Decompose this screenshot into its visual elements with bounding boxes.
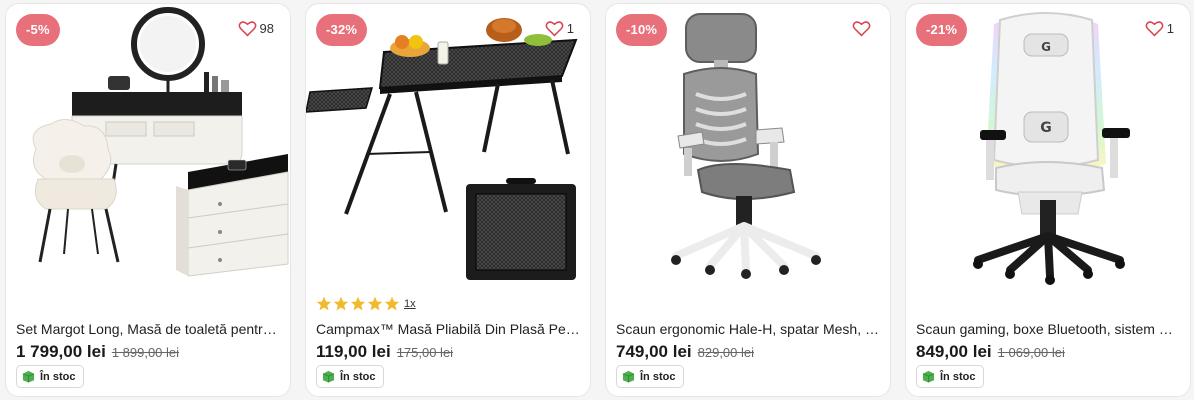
stock-badge: În stoc: [16, 365, 85, 388]
heart-icon: [852, 21, 871, 37]
old-price: 1 899,00 lei: [111, 345, 180, 360]
product-card[interactable]: G G -21% 1 Scaun gaming, boxe Bluetooth,…: [905, 3, 1191, 397]
product-card[interactable]: -5% 98 Set Margot Long, Masă de toaletă …: [5, 3, 291, 397]
discount-badge: -5%: [16, 14, 60, 46]
stock-badge: În stoc: [616, 365, 685, 388]
old-price: 829,00 lei: [697, 345, 755, 360]
rating-count[interactable]: 1x: [404, 298, 416, 310]
favorite-button[interactable]: 1: [1145, 20, 1174, 37]
discount-badge: -10%: [616, 14, 668, 46]
rating-stars[interactable]: 1x: [316, 296, 416, 312]
discount-badge: -32%: [316, 14, 368, 46]
vanity-table-set-image[interactable]: [6, 4, 290, 294]
old-price: 1 069,00 lei: [997, 345, 1065, 360]
star-icon: [367, 296, 383, 311]
favorite-button[interactable]: 1: [545, 20, 574, 37]
stock-badge: În stoc: [916, 365, 985, 388]
star-icon: [350, 296, 366, 311]
favorite-count: 1: [566, 21, 574, 36]
price-row: 749,00 lei 829,00 lei: [616, 342, 754, 362]
old-price: 175,00 lei: [396, 345, 454, 360]
stock-label: În stoc: [640, 370, 676, 383]
box-icon: [322, 370, 335, 383]
heart-icon: [545, 21, 564, 37]
favorite-button[interactable]: [852, 20, 874, 37]
box-icon: [922, 370, 935, 383]
current-price: 119,00 lei: [316, 342, 391, 361]
star-icon: [316, 296, 332, 311]
product-title[interactable]: Scaun ergonomic Hale-H, spatar Mesh, tet…: [616, 320, 880, 338]
product-grid: -5% 98 Set Margot Long, Masă de toaletă …: [0, 0, 1194, 400]
heart-icon: [1145, 21, 1164, 37]
discount-badge: -21%: [916, 14, 968, 46]
favorite-count: 1: [1166, 21, 1174, 36]
box-icon: [22, 370, 35, 383]
heart-icon: [238, 21, 256, 37]
price-row: 119,00 lei 175,00 lei: [316, 342, 453, 362]
favorite-button[interactable]: 98: [238, 20, 274, 37]
folding-table-image[interactable]: [306, 4, 590, 294]
current-price: 1 799,00 lei: [16, 342, 106, 361]
stock-badge: În stoc: [316, 365, 385, 388]
product-title[interactable]: Scaun gaming, boxe Bluetooth, sistem RGB…: [916, 320, 1180, 338]
box-icon: [622, 370, 635, 383]
price-row: 1 799,00 lei 1 899,00 lei: [16, 342, 179, 362]
star-icon: [333, 296, 349, 311]
product-title[interactable]: Set Margot Long, Masă de toaletă pentru …: [16, 320, 280, 338]
favorite-count: 98: [259, 21, 274, 36]
gaming-chair-image[interactable]: G G: [906, 4, 1190, 294]
product-title[interactable]: Campmax™ Masă Pliabilă Din Plasă Pentru …: [316, 320, 580, 338]
stock-label: În stoc: [340, 370, 376, 383]
product-card[interactable]: -32% 1 1x Campmax™ Masă Pliabilă Din Pla…: [305, 3, 591, 397]
product-card[interactable]: -10% Scaun ergonomic Hale-H, spatar Mesh…: [605, 3, 891, 397]
stock-label: În stoc: [940, 370, 976, 383]
price-row: 849,00 lei 1 069,00 lei: [916, 342, 1065, 362]
svg-text:G: G: [1041, 40, 1051, 54]
current-price: 749,00 lei: [616, 342, 692, 361]
ergonomic-chair-image[interactable]: [606, 4, 890, 294]
stock-label: În stoc: [40, 370, 76, 383]
current-price: 849,00 lei: [916, 342, 992, 361]
svg-text:G: G: [1040, 120, 1052, 136]
star-icon: [384, 296, 400, 311]
